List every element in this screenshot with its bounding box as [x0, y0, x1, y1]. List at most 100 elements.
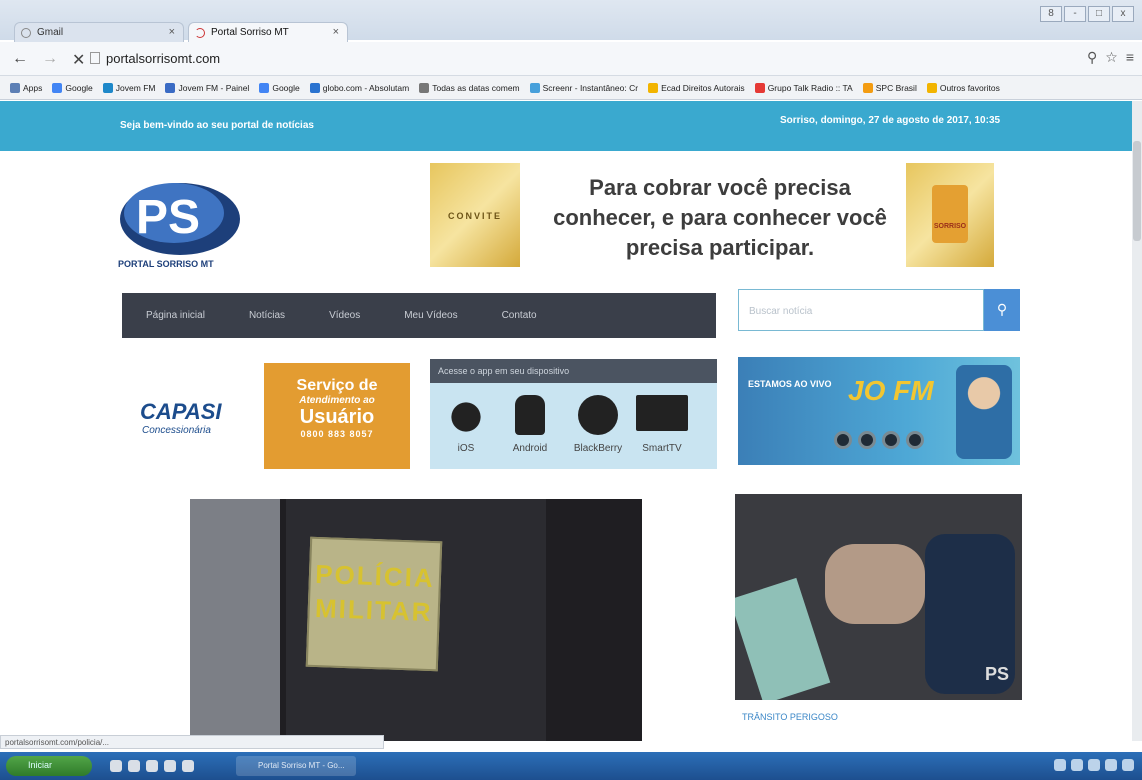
bookmark-item[interactable]: Outros favoritos	[926, 82, 1000, 93]
nav-item-news[interactable]: Notícias	[249, 310, 285, 321]
tray-icon[interactable]	[1105, 759, 1117, 771]
nav-buttons: ← → ✕	[12, 50, 85, 70]
maximize-button[interactable]: □	[1088, 6, 1110, 22]
tray-icon[interactable]	[1054, 759, 1066, 771]
blackberry-icon[interactable]	[578, 395, 618, 435]
bookmark-favicon-icon	[529, 82, 540, 93]
capasi-brand: CAPASI	[140, 399, 222, 424]
bookmark-item[interactable]: Todas as datas comem	[419, 82, 520, 93]
tray-icon[interactable]	[1071, 759, 1083, 771]
nav-item-videos[interactable]: Vídeos	[329, 310, 360, 321]
news-photo-police[interactable]: POLÍCIA MILITAR	[190, 499, 642, 741]
app-label-smarttv[interactable]: SmartTV	[632, 443, 692, 454]
taskbar-task[interactable]: Portal Sorriso MT - Go...	[236, 756, 356, 776]
tab-gmail[interactable]: Gmail ×	[14, 22, 184, 42]
news-caption-link[interactable]: TRÂNSITO PERIGOSO	[742, 712, 838, 722]
photo-watermark: PS	[985, 664, 1010, 684]
bookmark-item[interactable]: Google	[52, 82, 93, 93]
app-label-blackberry[interactable]: BlackBerry	[568, 443, 628, 454]
bookmark-label: SPC Brasil	[875, 82, 917, 93]
convite-banner[interactable]: CONVITE Para cobrar você precisa conhece…	[430, 159, 994, 271]
quicklaunch-icon[interactable]	[164, 760, 176, 772]
vinyl-icon	[834, 431, 852, 449]
radio-ad[interactable]: ESTAMOS AO VIVO JO FM	[738, 357, 1020, 465]
radio-station: JO FM	[848, 375, 934, 406]
quicklaunch-icon[interactable]	[128, 760, 140, 772]
start-button[interactable]: Iniciar	[6, 756, 92, 776]
tray-icon[interactable]	[1122, 759, 1134, 771]
apple-icon[interactable]	[446, 395, 486, 435]
city-seal-icon	[932, 185, 968, 243]
android-icon[interactable]	[515, 395, 545, 435]
nav-item-home[interactable]: Página inicial	[146, 310, 205, 321]
stop-loading-icon[interactable]: ✕	[72, 50, 85, 70]
address-bar-url[interactable]: portalsorrisomt.com	[106, 51, 220, 66]
bookmark-favicon-icon	[754, 82, 765, 93]
loading-favicon-icon	[195, 28, 205, 38]
bookmarks-bar: Apps Google Jovem FM Jovem FM - Painel Googl…	[0, 76, 1142, 100]
tab-close-icon[interactable]: ×	[169, 26, 175, 38]
page-scrollbar[interactable]	[1132, 101, 1142, 741]
tv-icon[interactable]	[636, 395, 688, 431]
bookmark-label: Apps	[23, 82, 43, 93]
bookmark-favicon-icon	[259, 82, 270, 93]
user-button[interactable]: 8	[1040, 6, 1062, 22]
bookmark-label: Google	[272, 82, 300, 93]
bookmark-item[interactable]: Ecad Direitos Autorais	[648, 82, 745, 93]
bookmark-item[interactable]: Grupo Talk Radio :: TA	[754, 82, 853, 93]
capasi-logo: CAPASI Concessionária	[140, 381, 260, 441]
tab-portal-sorriso[interactable]: Portal Sorriso MT ×	[188, 22, 348, 42]
close-window-button[interactable]: x	[1112, 6, 1134, 22]
back-arrow-icon[interactable]: ←	[12, 50, 28, 70]
forward-arrow-icon[interactable]: →	[42, 50, 58, 70]
bookmark-favicon-icon	[926, 82, 937, 93]
capasi-line3: Usuário	[299, 406, 375, 428]
menu-icon[interactable]: ≡	[1126, 49, 1134, 66]
quicklaunch-icon[interactable]	[182, 760, 194, 772]
nav-item-contact[interactable]: Contato	[502, 310, 537, 321]
news-photo-accident[interactable]: PS	[735, 494, 1022, 700]
bookmark-item[interactable]: Jovem FM - Painel	[165, 82, 249, 93]
nav-item-my-videos[interactable]: Meu Vídeos	[404, 310, 457, 321]
tray-icon[interactable]	[1088, 759, 1100, 771]
app-label-ios[interactable]: iOS	[436, 443, 496, 454]
main-nav: Página inicial Notícias Vídeos Meu Vídeo…	[122, 293, 716, 338]
search-input[interactable]: Buscar notícia	[738, 289, 984, 331]
star-bookmark-icon[interactable]: ☆	[1105, 49, 1118, 66]
police-patch: POLÍCIA MILITAR	[305, 536, 443, 672]
bookmark-item[interactable]: Google	[259, 82, 300, 93]
bookmark-item[interactable]: Apps	[10, 82, 43, 93]
bookmark-item[interactable]: Jovem FM	[102, 82, 155, 93]
bookmark-item[interactable]: Screenr - Instantâneo: Cr	[529, 82, 638, 93]
scrollbar-thumb[interactable]	[1133, 141, 1141, 241]
capasi-ad[interactable]: CAPASI Concessionária Serviço de Atendim…	[140, 363, 410, 471]
bookmark-item[interactable]: globo.com - Absolutam	[309, 82, 409, 93]
bookmark-favicon-icon	[648, 82, 659, 93]
quicklaunch-icon[interactable]	[146, 760, 158, 772]
bookmark-label: Grupo Talk Radio :: TA	[767, 82, 853, 93]
app-label-android[interactable]: Android	[500, 443, 560, 454]
tab-label: Portal Sorriso MT	[211, 27, 289, 38]
bookmark-label: Ecad Direitos Autorais	[661, 82, 745, 93]
site-logo[interactable]: PS PORTAL SORRISO MT	[118, 171, 248, 279]
bookmark-label: Google	[65, 82, 93, 93]
system-tray	[1054, 759, 1134, 771]
minimize-button[interactable]: -	[1064, 6, 1086, 22]
capasi-service-box: Serviço de Atendimento ao Usuário 0800 8…	[264, 363, 410, 469]
bookmark-item[interactable]: SPC Brasil	[862, 82, 917, 93]
bookmark-favicon-icon	[52, 82, 63, 93]
search-icon: ⚲	[996, 301, 1008, 317]
search-button[interactable]: ⚲	[984, 289, 1020, 331]
capasi-sub: Concessionária	[142, 425, 211, 436]
radio-model-image	[956, 365, 1012, 459]
address-bar[interactable]: portalsorrisomt.com	[90, 49, 1090, 67]
ps-logo-icon: PS	[120, 183, 240, 255]
date-time-text: Sorriso, domingo, 27 de agosto de 2017, …	[780, 115, 1001, 126]
status-bar-url: portalsorrisomt.com/policia/...	[0, 735, 384, 749]
quicklaunch-icon[interactable]	[110, 760, 122, 772]
zoom-icon[interactable]: ⚲	[1087, 49, 1097, 66]
window-controls: 8 - □ x	[1040, 6, 1134, 22]
tab-close-icon[interactable]: ×	[333, 26, 339, 38]
gmail-favicon-icon	[21, 28, 31, 38]
browser-toolbar: ← → ✕ portalsorrisomt.com ⚲ ☆ ≡	[0, 42, 1142, 76]
